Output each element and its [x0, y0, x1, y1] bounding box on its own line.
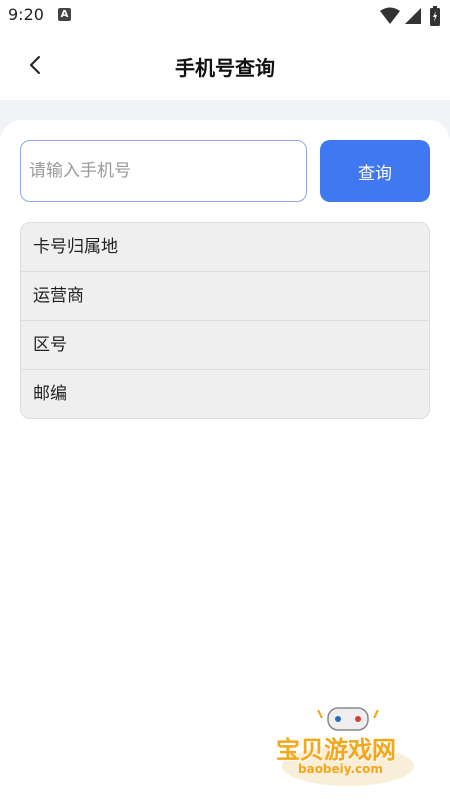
- result-list: 卡号归属地 运营商 区号 邮编: [20, 222, 430, 419]
- wifi-icon: [380, 7, 400, 24]
- watermark-logo: 宝贝游戏网 baobeiy.com: [268, 700, 428, 790]
- result-row-area-code: 区号: [21, 321, 429, 370]
- result-row-postal-code: 邮编: [33, 384, 67, 404]
- page-title: 手机号查询: [175, 56, 275, 80]
- result-row-location: 卡号归属地: [21, 223, 429, 272]
- status-bar: 9:20 A: [0, 0, 450, 32]
- battery-icon: [430, 6, 440, 26]
- result-row-carrier: 运营商: [21, 272, 429, 321]
- query-button[interactable]: 查询: [320, 140, 430, 202]
- status-time: 9:20: [8, 5, 44, 24]
- watermark-url: baobeiy.com: [298, 762, 383, 776]
- notification-a-icon: A: [58, 8, 71, 21]
- watermark-title: 宝贝游戏网: [276, 736, 396, 764]
- app-header: 手机号查询: [0, 32, 450, 100]
- main-card: 查询 卡号归属地 运营商 区号 邮编: [0, 120, 450, 800]
- phone-number-input[interactable]: [20, 140, 307, 202]
- signal-icon: [405, 8, 421, 24]
